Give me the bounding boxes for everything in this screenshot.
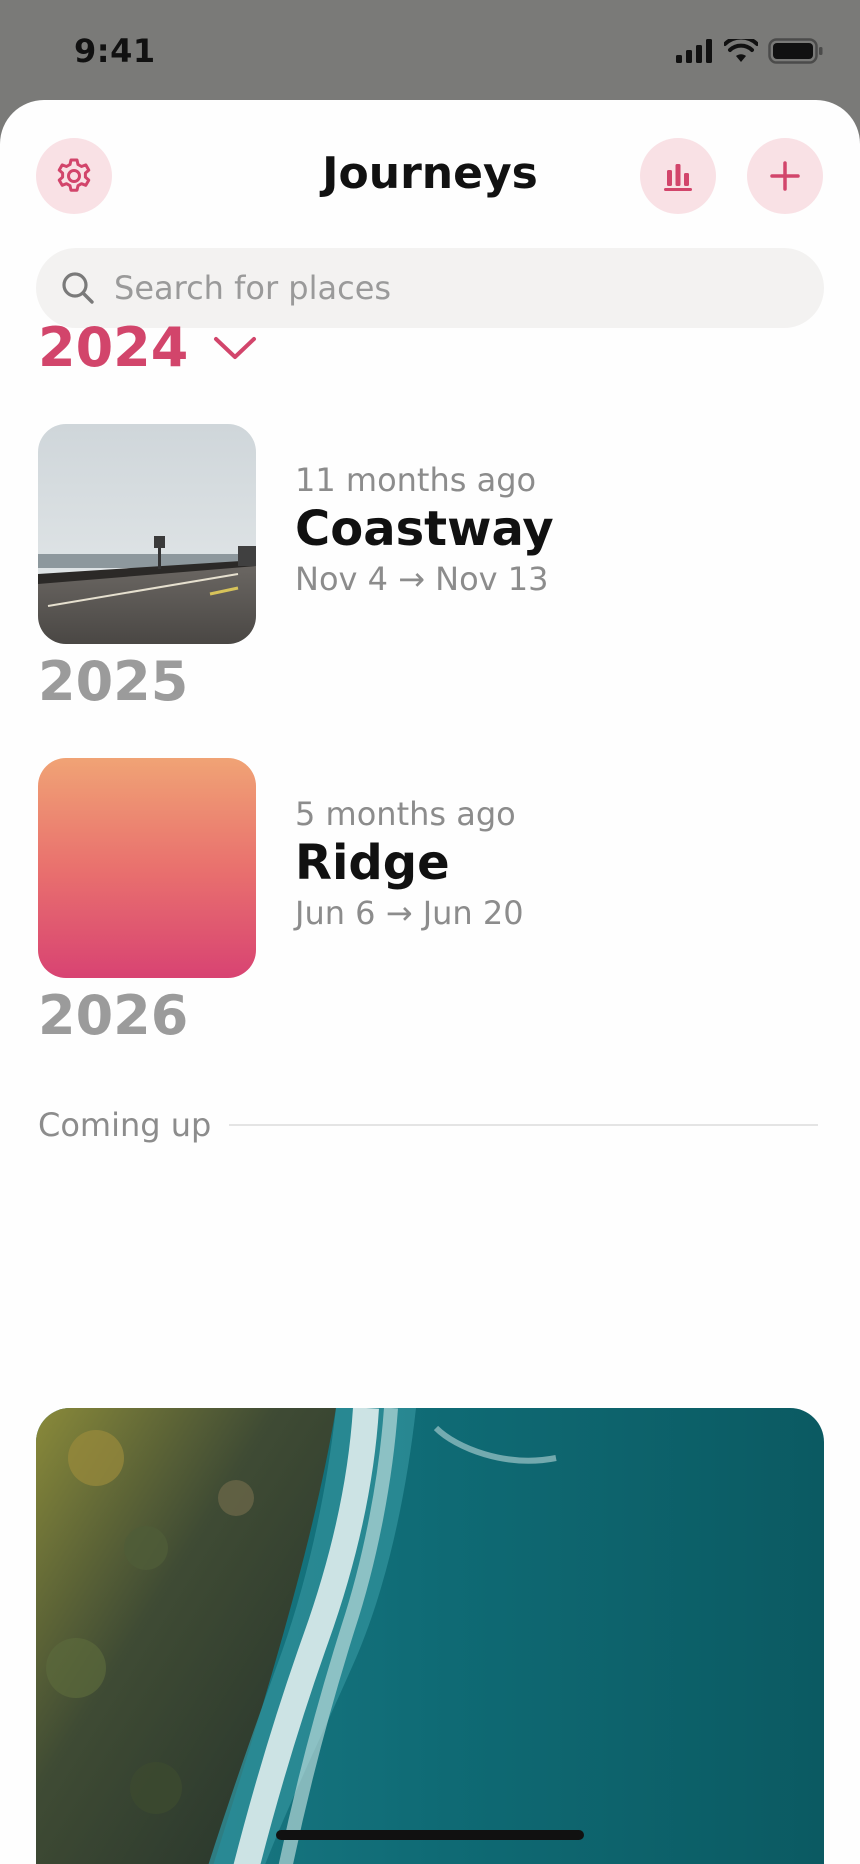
plus-icon [770, 161, 800, 191]
journey-item-coastway[interactable]: 11 months ago Coastway Nov 4 → Nov 13 [38, 424, 824, 644]
coming-up-divider: Coming up [38, 1106, 818, 1144]
journey-name: Ridge [295, 835, 450, 891]
bar-chart-icon [664, 164, 692, 191]
home-indicator [276, 1830, 584, 1840]
status-bar: 9:41 [0, 0, 860, 100]
battery-icon [768, 38, 823, 64]
year-toggle-2026[interactable]: 2026 [38, 984, 188, 1047]
upcoming-journey-card[interactable] [36, 1408, 824, 1864]
journey-info: 5 months ago Ridge Jun 6 → Jun 20 [295, 794, 524, 935]
divider-line [229, 1124, 818, 1126]
journey-time-ago: 5 months ago [295, 795, 516, 833]
year-toggle-2025[interactable]: 2025 [38, 650, 188, 713]
journey-name: Coastway [295, 501, 554, 557]
year-toggle-2024[interactable]: 2024 [38, 316, 258, 379]
journeys-sheet: Journeys 2024 [0, 100, 860, 1864]
journey-dates: Nov 4 → Nov 13 [295, 560, 549, 599]
year-label: 2026 [38, 984, 189, 1047]
journey-item-ridge[interactable]: 5 months ago Ridge Jun 6 → Jun 20 [38, 758, 824, 978]
year-label: 2024 [38, 316, 189, 379]
journey-thumbnail [38, 424, 256, 644]
stats-button[interactable] [640, 138, 716, 214]
chevron-down-icon [214, 336, 257, 359]
page-title: Journeys [322, 148, 538, 199]
journey-time-ago: 11 months ago [295, 461, 537, 499]
status-icons [676, 38, 824, 64]
upcoming-journey-image [36, 1408, 824, 1864]
journey-info: 11 months ago Coastway Nov 4 → Nov 13 [295, 460, 554, 601]
journey-thumbnail [38, 758, 256, 978]
add-journey-button[interactable] [747, 138, 823, 214]
search-input[interactable] [114, 269, 794, 307]
cellular-signal-icon [676, 39, 712, 63]
coming-up-label: Coming up [38, 1106, 212, 1144]
search-icon [62, 272, 94, 304]
wifi-icon [724, 39, 758, 62]
year-label: 2025 [38, 650, 189, 713]
status-time: 9:41 [74, 32, 156, 70]
journey-dates: Jun 6 → Jun 20 [295, 894, 524, 933]
